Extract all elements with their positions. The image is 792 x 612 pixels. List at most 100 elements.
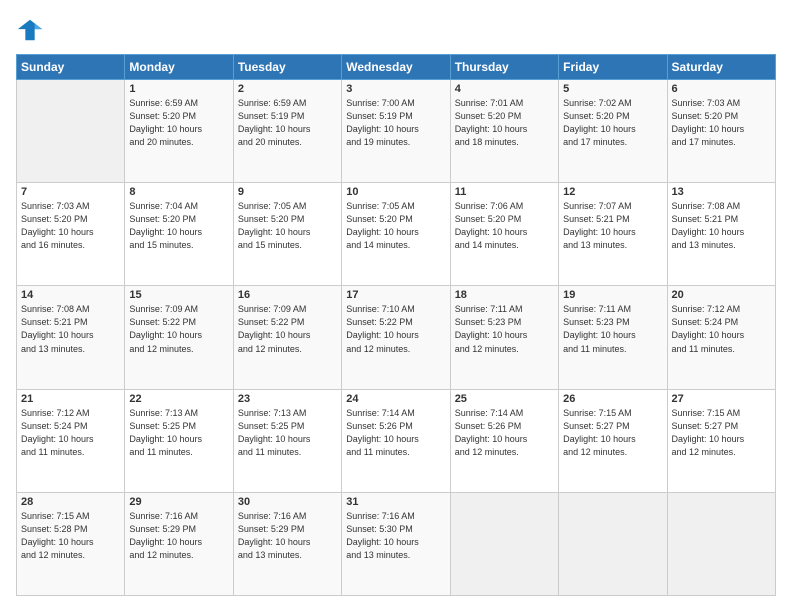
- calendar-cell: 14 Sunrise: 7:08 AMSunset: 5:21 PMDayligh…: [17, 286, 125, 389]
- calendar-cell: 9 Sunrise: 7:05 AMSunset: 5:20 PMDaylight…: [233, 183, 341, 286]
- day-info: Sunrise: 7:13 AMSunset: 5:25 PMDaylight:…: [129, 407, 228, 459]
- calendar-week-row: 1 Sunrise: 6:59 AMSunset: 5:20 PMDaylight…: [17, 80, 776, 183]
- day-info: Sunrise: 7:16 AMSunset: 5:30 PMDaylight:…: [346, 510, 445, 562]
- day-info: Sunrise: 7:13 AMSunset: 5:25 PMDaylight:…: [238, 407, 337, 459]
- day-info: Sunrise: 7:15 AMSunset: 5:28 PMDaylight:…: [21, 510, 120, 562]
- day-info: Sunrise: 7:08 AMSunset: 5:21 PMDaylight:…: [672, 200, 771, 252]
- day-number: 30: [238, 496, 337, 508]
- day-number: 14: [21, 289, 120, 301]
- day-info: Sunrise: 7:16 AMSunset: 5:29 PMDaylight:…: [129, 510, 228, 562]
- calendar-cell: 24 Sunrise: 7:14 AMSunset: 5:26 PMDayligh…: [342, 389, 450, 492]
- day-number: 11: [455, 186, 554, 198]
- day-info: Sunrise: 7:14 AMSunset: 5:26 PMDaylight:…: [455, 407, 554, 459]
- day-number: 10: [346, 186, 445, 198]
- calendar-day-header: Monday: [125, 55, 233, 80]
- day-info: Sunrise: 7:05 AMSunset: 5:20 PMDaylight:…: [238, 200, 337, 252]
- day-info: Sunrise: 7:09 AMSunset: 5:22 PMDaylight:…: [238, 303, 337, 355]
- calendar-cell: 31 Sunrise: 7:16 AMSunset: 5:30 PMDayligh…: [342, 492, 450, 595]
- day-number: 4: [455, 83, 554, 95]
- day-number: 5: [563, 83, 662, 95]
- calendar-cell: 21Sunrise: 7:12 AMSunset: 5:24 PMDayligh…: [17, 389, 125, 492]
- day-number: 18: [455, 289, 554, 301]
- calendar-cell: 10Sunrise: 7:05 AMSunset: 5:20 PMDayligh…: [342, 183, 450, 286]
- day-number: 1: [129, 83, 228, 95]
- day-number: 21: [21, 393, 120, 405]
- calendar-day-header: Friday: [559, 55, 667, 80]
- calendar-cell: 29 Sunrise: 7:16 AMSunset: 5:29 PMDayligh…: [125, 492, 233, 595]
- day-number: 19: [563, 289, 662, 301]
- day-number: 3: [346, 83, 445, 95]
- calendar-cell: 17 Sunrise: 7:10 AMSunset: 5:22 PMDayligh…: [342, 286, 450, 389]
- day-number: 17: [346, 289, 445, 301]
- day-number: 9: [238, 186, 337, 198]
- calendar-week-row: 14 Sunrise: 7:08 AMSunset: 5:21 PMDayligh…: [17, 286, 776, 389]
- day-number: 12: [563, 186, 662, 198]
- header: [16, 16, 776, 44]
- day-number: 26: [563, 393, 662, 405]
- day-info: Sunrise: 7:15 AMSunset: 5:27 PMDaylight:…: [563, 407, 662, 459]
- calendar-cell: 28 Sunrise: 7:15 AMSunset: 5:28 PMDayligh…: [17, 492, 125, 595]
- day-info: Sunrise: 7:14 AMSunset: 5:26 PMDaylight:…: [346, 407, 445, 459]
- day-number: 16: [238, 289, 337, 301]
- day-number: 25: [455, 393, 554, 405]
- day-info: Sunrise: 7:09 AMSunset: 5:22 PMDaylight:…: [129, 303, 228, 355]
- day-number: 7: [21, 186, 120, 198]
- day-number: 29: [129, 496, 228, 508]
- calendar-cell: 4 Sunrise: 7:01 AMSunset: 5:20 PMDaylight…: [450, 80, 558, 183]
- day-info: Sunrise: 6:59 AMSunset: 5:20 PMDaylight:…: [129, 97, 228, 149]
- calendar-week-row: 7 Sunrise: 7:03 AMSunset: 5:20 PMDaylight…: [17, 183, 776, 286]
- calendar-day-header: Wednesday: [342, 55, 450, 80]
- day-info: Sunrise: 7:11 AMSunset: 5:23 PMDaylight:…: [563, 303, 662, 355]
- calendar-cell: 12 Sunrise: 7:07 AMSunset: 5:21 PMDayligh…: [559, 183, 667, 286]
- calendar-cell: 5Sunrise: 7:02 AMSunset: 5:20 PMDaylight…: [559, 80, 667, 183]
- logo: [16, 16, 48, 44]
- day-info: Sunrise: 7:07 AMSunset: 5:21 PMDaylight:…: [563, 200, 662, 252]
- calendar-cell: 18 Sunrise: 7:11 AMSunset: 5:23 PMDayligh…: [450, 286, 558, 389]
- calendar-table: SundayMondayTuesdayWednesdayThursdayFrid…: [16, 54, 776, 596]
- calendar-cell: 15 Sunrise: 7:09 AMSunset: 5:22 PMDayligh…: [125, 286, 233, 389]
- calendar-cell: 11 Sunrise: 7:06 AMSunset: 5:20 PMDayligh…: [450, 183, 558, 286]
- calendar-cell: 25 Sunrise: 7:14 AMSunset: 5:26 PMDayligh…: [450, 389, 558, 492]
- day-info: Sunrise: 6:59 AMSunset: 5:19 PMDaylight:…: [238, 97, 337, 149]
- calendar-cell: 22 Sunrise: 7:13 AMSunset: 5:25 PMDayligh…: [125, 389, 233, 492]
- day-info: Sunrise: 7:11 AMSunset: 5:23 PMDaylight:…: [455, 303, 554, 355]
- day-number: 24: [346, 393, 445, 405]
- calendar-week-row: 21Sunrise: 7:12 AMSunset: 5:24 PMDayligh…: [17, 389, 776, 492]
- calendar-cell: 8Sunrise: 7:04 AMSunset: 5:20 PMDaylight…: [125, 183, 233, 286]
- day-info: Sunrise: 7:08 AMSunset: 5:21 PMDaylight:…: [21, 303, 120, 355]
- day-number: 6: [672, 83, 771, 95]
- calendar-cell: 30Sunrise: 7:16 AMSunset: 5:29 PMDayligh…: [233, 492, 341, 595]
- day-number: 28: [21, 496, 120, 508]
- calendar-cell: [17, 80, 125, 183]
- calendar-week-row: 28 Sunrise: 7:15 AMSunset: 5:28 PMDayligh…: [17, 492, 776, 595]
- day-info: Sunrise: 7:03 AMSunset: 5:20 PMDaylight:…: [672, 97, 771, 149]
- calendar-cell: 3 Sunrise: 7:00 AMSunset: 5:19 PMDaylight…: [342, 80, 450, 183]
- calendar-day-header: Sunday: [17, 55, 125, 80]
- calendar-cell: 27 Sunrise: 7:15 AMSunset: 5:27 PMDayligh…: [667, 389, 775, 492]
- calendar-cell: [559, 492, 667, 595]
- day-info: Sunrise: 7:12 AMSunset: 5:24 PMDaylight:…: [672, 303, 771, 355]
- calendar-cell: 2Sunrise: 6:59 AMSunset: 5:19 PMDaylight…: [233, 80, 341, 183]
- day-info: Sunrise: 7:00 AMSunset: 5:19 PMDaylight:…: [346, 97, 445, 149]
- day-number: 27: [672, 393, 771, 405]
- day-number: 31: [346, 496, 445, 508]
- calendar-cell: 20Sunrise: 7:12 AMSunset: 5:24 PMDayligh…: [667, 286, 775, 389]
- calendar-header-row: SundayMondayTuesdayWednesdayThursdayFrid…: [17, 55, 776, 80]
- calendar-cell: [450, 492, 558, 595]
- day-info: Sunrise: 7:10 AMSunset: 5:22 PMDaylight:…: [346, 303, 445, 355]
- calendar-day-header: Saturday: [667, 55, 775, 80]
- calendar-day-header: Thursday: [450, 55, 558, 80]
- day-number: 15: [129, 289, 228, 301]
- day-number: 22: [129, 393, 228, 405]
- calendar-cell: 13Sunrise: 7:08 AMSunset: 5:21 PMDayligh…: [667, 183, 775, 286]
- calendar-day-header: Tuesday: [233, 55, 341, 80]
- day-number: 8: [129, 186, 228, 198]
- day-info: Sunrise: 7:03 AMSunset: 5:20 PMDaylight:…: [21, 200, 120, 252]
- day-info: Sunrise: 7:06 AMSunset: 5:20 PMDaylight:…: [455, 200, 554, 252]
- day-info: Sunrise: 7:15 AMSunset: 5:27 PMDaylight:…: [672, 407, 771, 459]
- calendar-cell: 23Sunrise: 7:13 AMSunset: 5:25 PMDayligh…: [233, 389, 341, 492]
- day-info: Sunrise: 7:01 AMSunset: 5:20 PMDaylight:…: [455, 97, 554, 149]
- calendar-cell: 19 Sunrise: 7:11 AMSunset: 5:23 PMDayligh…: [559, 286, 667, 389]
- calendar-cell: 26 Sunrise: 7:15 AMSunset: 5:27 PMDayligh…: [559, 389, 667, 492]
- calendar-cell: [667, 492, 775, 595]
